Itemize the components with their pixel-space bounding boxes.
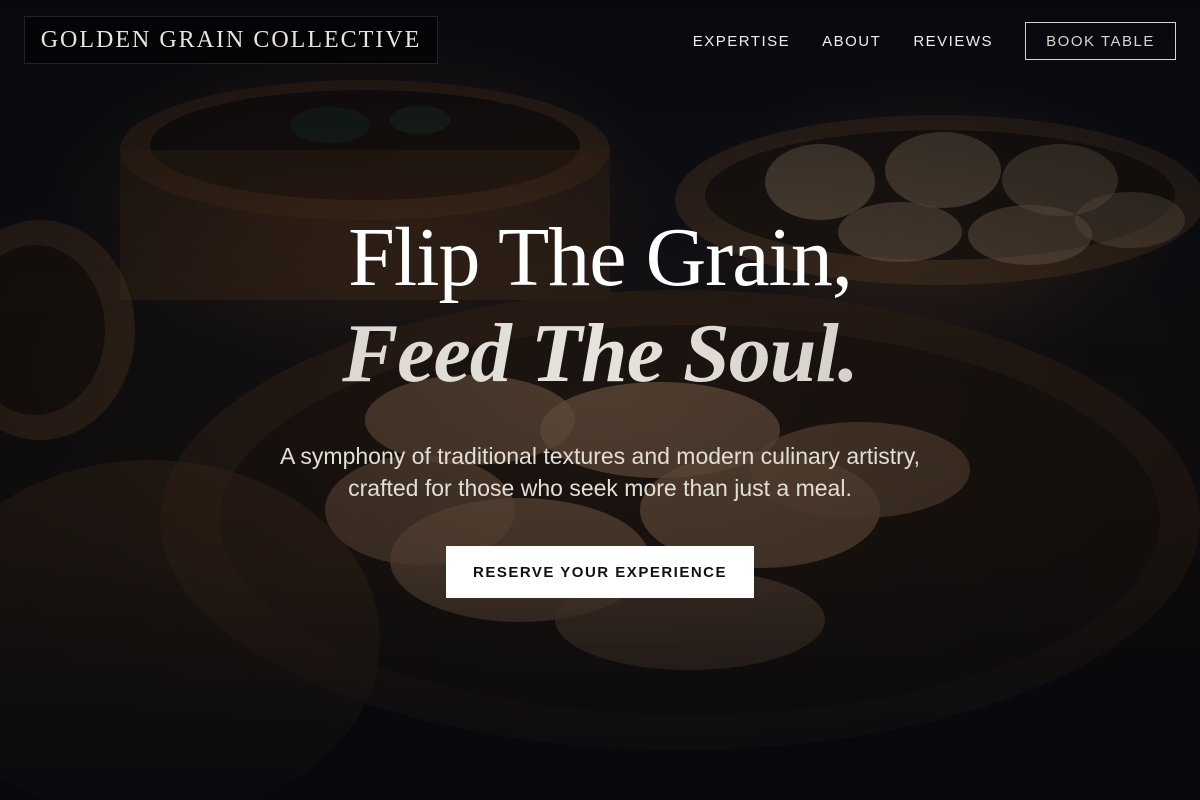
hero-section: Flip The Grain, Feed The Soul. A symphon… <box>0 210 1200 598</box>
site-header: GOLDEN GRAIN COLLECTIVE EXPERTISE ABOUT … <box>0 0 1200 82</box>
nav-link-about[interactable]: ABOUT <box>822 33 881 50</box>
brand-logo[interactable]: GOLDEN GRAIN COLLECTIVE <box>24 16 438 64</box>
hero-subtitle: A symphony of traditional textures and m… <box>279 443 921 501</box>
book-table-button[interactable]: BOOK TABLE <box>1025 22 1176 60</box>
hero-headline-line-2: Feed The Soul. <box>0 306 1200 402</box>
reserve-experience-button[interactable]: RESERVE YOUR EXPERIENCE <box>446 546 754 598</box>
nav-link-reviews[interactable]: REVIEWS <box>913 33 993 50</box>
hero-headline-line-1: Flip The Grain, <box>348 211 853 304</box>
nav-link-expertise[interactable]: EXPERTISE <box>693 33 790 50</box>
landing-page: GOLDEN GRAIN COLLECTIVE EXPERTISE ABOUT … <box>0 0 1200 800</box>
main-nav: EXPERTISE ABOUT REVIEWS BOOK TABLE <box>693 22 1176 60</box>
